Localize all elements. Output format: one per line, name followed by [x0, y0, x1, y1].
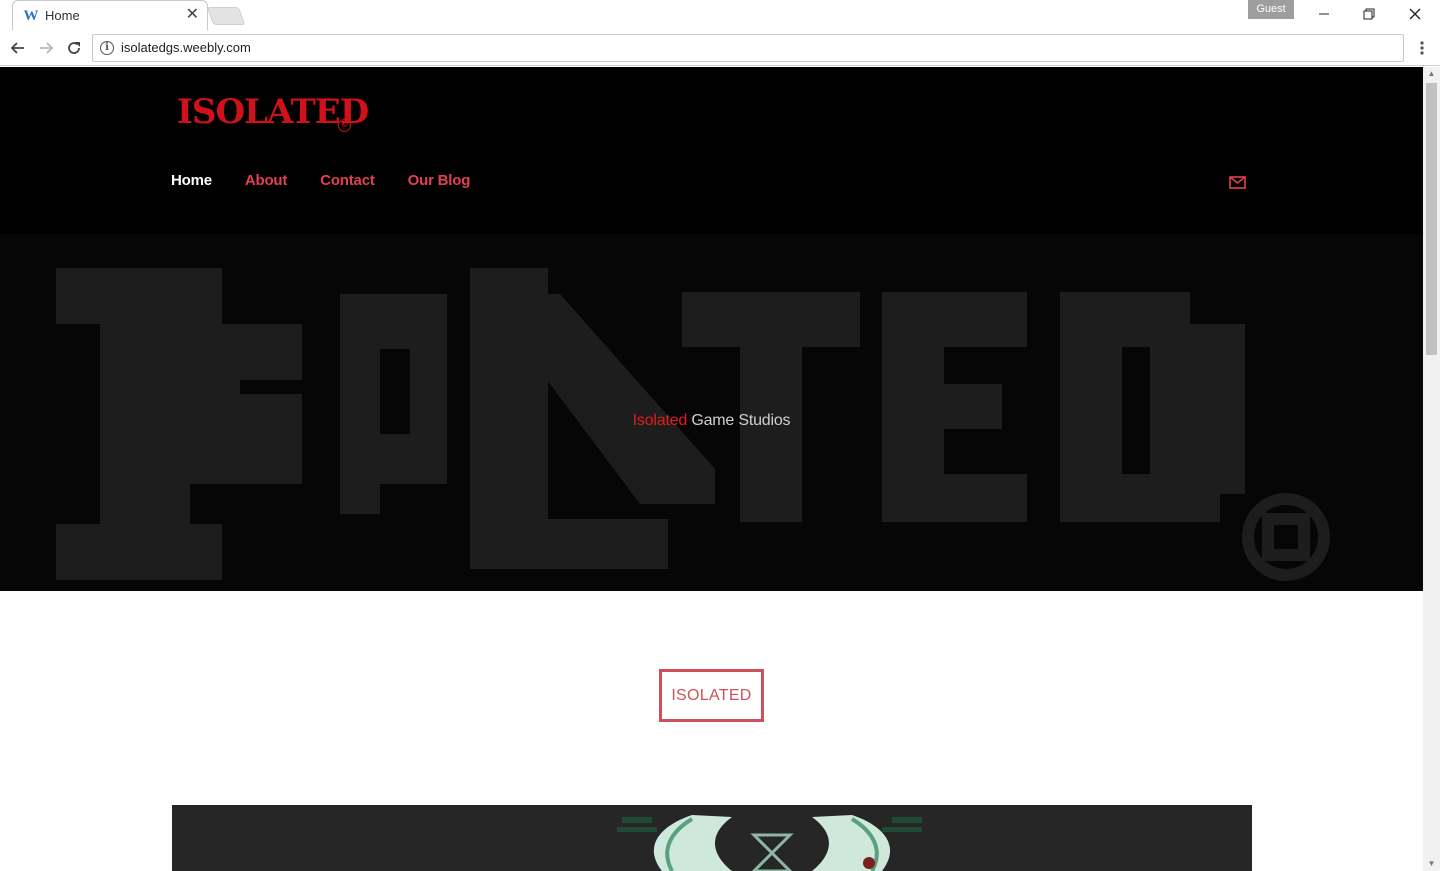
url-text[interactable]: isolatedgs.weebly.com — [121, 40, 251, 55]
game-art-sprite — [617, 815, 922, 871]
window-close-icon[interactable] — [1392, 0, 1438, 28]
main-nav: Home About Contact Our Blog — [171, 172, 503, 189]
minimize-icon[interactable] — [1301, 0, 1347, 28]
scroll-up-arrow-icon[interactable]: ▲ — [1423, 67, 1440, 81]
forward-arrow-icon[interactable] — [34, 36, 58, 60]
info-icon[interactable]: i — [100, 41, 114, 55]
copyright-mark: © — [338, 119, 351, 132]
tab-title: Home — [45, 8, 80, 23]
reload-icon[interactable] — [62, 36, 86, 60]
mail-icon[interactable] — [1229, 176, 1246, 189]
hero-accent-word: Isolated — [632, 412, 688, 429]
page-viewport: ISOLATED © Home About Contact Our Blog I… — [0, 67, 1423, 871]
browser-tab[interactable]: W Home ✕ — [12, 0, 208, 30]
hero-tagline: Isolated Game Studios — [0, 412, 1423, 430]
restore-icon[interactable] — [1346, 0, 1392, 28]
browser-toolbar: i isolatedgs.weebly.com — [0, 30, 1440, 66]
browser-titlebar: W Home ✕ Guest — [0, 0, 1440, 30]
scroll-down-arrow-icon[interactable]: ▼ — [1423, 857, 1440, 871]
tab-close-icon[interactable]: ✕ — [186, 6, 199, 24]
nav-home[interactable]: Home — [171, 172, 212, 189]
address-bar[interactable]: i isolatedgs.weebly.com — [92, 34, 1404, 62]
page-scrollbar[interactable]: ▲ ▼ — [1423, 67, 1440, 871]
weebly-favicon-icon: W — [23, 8, 39, 24]
new-tab-button[interactable] — [206, 7, 246, 25]
nav-our-blog[interactable]: Our Blog — [408, 172, 471, 189]
nav-about[interactable]: About — [245, 172, 288, 189]
site-header: ISOLATED © Home About Contact Our Blog — [0, 67, 1423, 234]
game-art-image — [172, 805, 1252, 871]
nav-contact[interactable]: Contact — [320, 172, 375, 189]
back-arrow-icon[interactable] — [6, 36, 30, 60]
isolated-button[interactable]: ISOLATED — [659, 669, 764, 722]
hero-banner: Isolated Game Studios — [0, 234, 1423, 591]
more-vert-icon[interactable] — [1414, 36, 1430, 60]
scroll-thumb[interactable] — [1426, 83, 1437, 355]
profile-badge[interactable]: Guest — [1248, 0, 1294, 19]
hero-tagline-rest: Game Studios — [687, 412, 791, 429]
